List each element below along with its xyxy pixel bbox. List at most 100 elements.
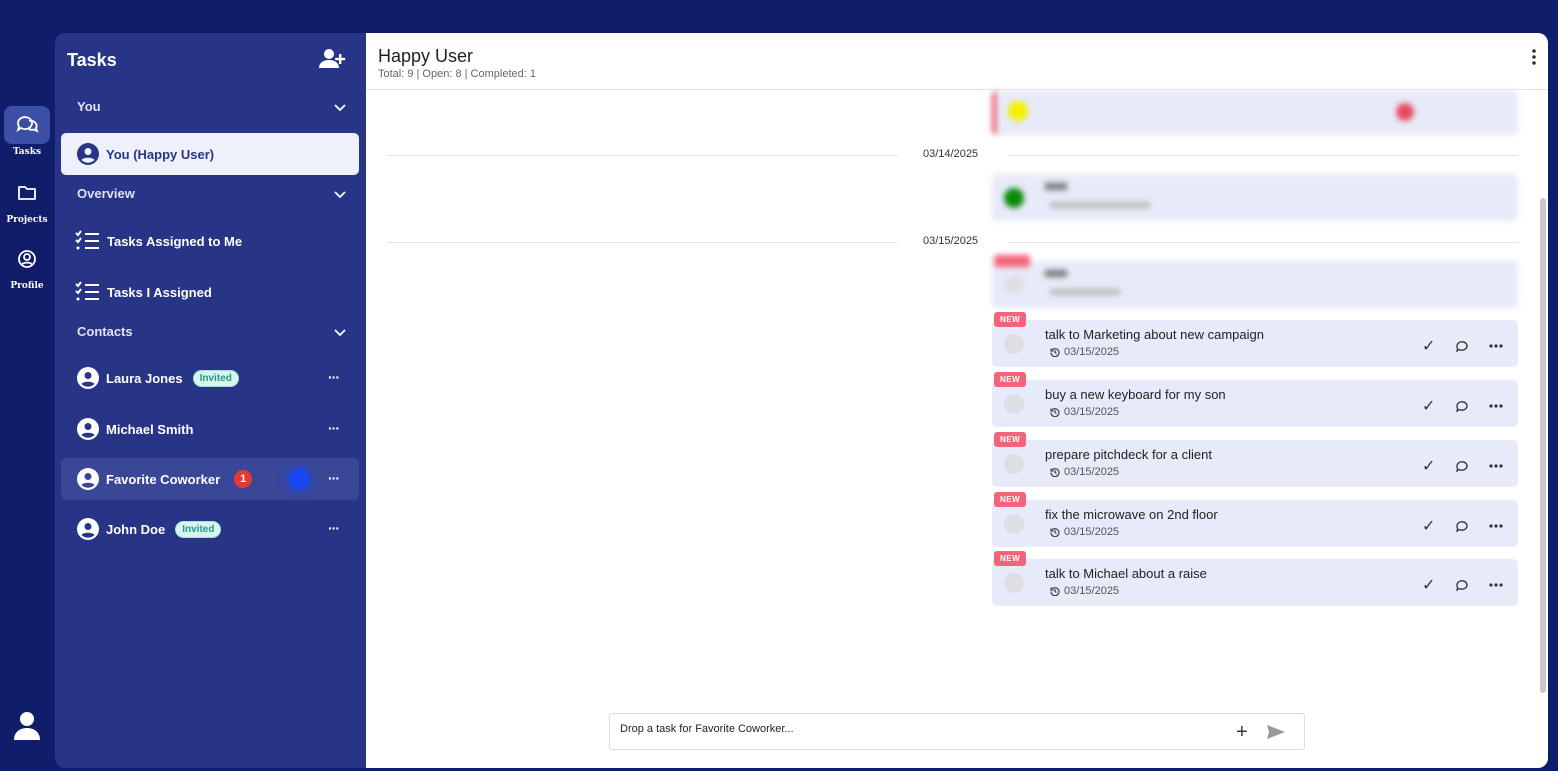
history-icon — [1050, 348, 1060, 357]
comment-icon[interactable] — [1455, 579, 1469, 592]
new-badge: NEW — [994, 372, 1027, 387]
task-card[interactable]: NEW talk to Michael about a raise 03/15/… — [992, 551, 1518, 606]
section-contacts-header[interactable]: Contacts — [77, 324, 347, 339]
task-composer: + — [609, 713, 1305, 750]
task-card[interactable]: NEW fix the microwave on 2nd floor 03/15… — [992, 492, 1518, 547]
checklist-icon — [75, 230, 99, 250]
task-input[interactable] — [620, 723, 1180, 735]
task-status-circle[interactable] — [1004, 394, 1024, 414]
complete-task-button[interactable]: ✓ — [1422, 575, 1435, 595]
chevron-down-icon — [334, 103, 346, 111]
profile-icon — [4, 240, 50, 278]
complete-task-button[interactable]: ✓ — [1422, 516, 1435, 536]
task-date: 03/15/2025 — [1050, 406, 1119, 418]
add-contact-button[interactable] — [319, 48, 347, 70]
add-attachment-button[interactable]: + — [1236, 721, 1248, 744]
contact-more-button[interactable]: ··· — [328, 420, 340, 436]
contact-item-laura-jones[interactable]: Laura Jones Invited ··· — [61, 357, 359, 399]
folder-icon — [4, 174, 50, 212]
new-badge: NEW — [994, 312, 1027, 327]
new-badge: NEW — [994, 432, 1027, 447]
checklist-icon — [75, 281, 99, 301]
complete-task-button[interactable]: ✓ — [1422, 336, 1435, 356]
task-card[interactable]: NEW talk to Marketing about new campaign… — [992, 312, 1518, 367]
task-feed-panel: Happy User Total: 9 | Open: 8 | Complete… — [366, 33, 1548, 768]
more-horizontal-icon[interactable] — [1489, 464, 1504, 468]
contact-name: Laura Jones — [106, 370, 183, 386]
task-card-blurred — [992, 91, 1518, 135]
chevron-down-icon — [334, 190, 346, 198]
contact-name: Favorite Coworker — [106, 471, 221, 487]
history-icon — [1050, 528, 1060, 537]
comment-icon[interactable] — [1455, 340, 1469, 353]
page-title: Happy User — [378, 46, 474, 66]
contact-item-michael-smith[interactable]: Michael Smith ··· — [61, 408, 359, 450]
add-user-icon — [319, 49, 346, 68]
rail-item-tasks[interactable]: Tasks — [3, 106, 51, 157]
rail-item-projects[interactable]: Projects — [3, 174, 51, 225]
avatar-icon — [77, 518, 99, 540]
task-date: 03/15/2025 — [1050, 466, 1119, 478]
sidebar-item-you[interactable]: You (Happy User) — [61, 133, 359, 175]
task-card[interactable]: NEW buy a new keyboard for my son 03/15/… — [992, 372, 1518, 427]
chevron-down-icon — [334, 328, 346, 336]
contact-more-button[interactable]: ··· — [328, 520, 340, 536]
comment-icon[interactable] — [1455, 400, 1469, 413]
task-card[interactable]: NEW prepare pitchdeck for a client 03/15… — [992, 432, 1518, 487]
app-rail: Tasks Projects Profile — [0, 0, 55, 771]
history-icon — [1050, 408, 1060, 417]
rail-item-profile[interactable]: Profile — [3, 240, 51, 291]
task-title: fix the microwave on 2nd floor — [1045, 507, 1218, 522]
complete-task-button[interactable]: ✓ — [1422, 396, 1435, 416]
more-horizontal-icon[interactable] — [1489, 344, 1504, 348]
date-label: 03/15/2025 — [923, 235, 979, 247]
avatar-icon — [77, 367, 99, 389]
section-you-header[interactable]: You — [77, 99, 347, 114]
history-icon — [1050, 468, 1060, 477]
more-horizontal-icon[interactable] — [1489, 524, 1504, 528]
feed-scrollbar[interactable] — [1540, 198, 1546, 693]
contact-item-favorite-coworker[interactable]: Favorite Coworker 1 ··· — [61, 458, 359, 500]
avatar-icon — [77, 418, 99, 440]
more-horizontal-icon[interactable] — [1489, 404, 1504, 408]
task-date: 03/15/2025 — [1050, 585, 1119, 597]
new-badge: NEW — [994, 492, 1027, 507]
new-badge: NEW — [994, 551, 1027, 566]
sidebar-title: Tasks — [67, 50, 117, 70]
task-status-circle[interactable] — [1004, 454, 1024, 474]
invited-badge: Invited — [192, 369, 239, 387]
more-vertical-icon[interactable] — [1531, 48, 1537, 66]
online-status-indicator — [289, 469, 309, 489]
section-overview-header[interactable]: Overview — [77, 186, 347, 201]
conversation-header: Happy User Total: 9 | Open: 8 | Complete… — [366, 33, 1548, 90]
rail-label-profile: Profile — [10, 281, 44, 291]
more-horizontal-icon[interactable] — [1489, 583, 1504, 587]
contact-more-button[interactable]: ··· — [328, 369, 340, 385]
task-date: 03/15/2025 — [1050, 346, 1119, 358]
date-label: 03/14/2025 — [923, 148, 979, 160]
task-status-circle[interactable] — [1004, 334, 1024, 354]
section-overview-label: Overview — [77, 186, 135, 201]
comment-icon[interactable] — [1455, 520, 1469, 533]
chat-icon — [4, 106, 50, 144]
section-contacts-label: Contacts — [77, 324, 133, 339]
sidebar-item-tasks-assigned-to-me[interactable]: Tasks Assigned to Me — [75, 226, 242, 256]
contact-name: John Doe — [106, 521, 166, 537]
rail-label-projects: Projects — [6, 215, 48, 225]
sidebar-item-label: Tasks I Assigned — [107, 284, 212, 300]
sidebar-item-label: Tasks Assigned to Me — [107, 233, 243, 249]
task-card-blurred — [992, 174, 1518, 221]
task-status-circle[interactable] — [1004, 573, 1024, 593]
sidebar-item-tasks-i-assigned[interactable]: Tasks I Assigned — [75, 277, 212, 307]
comment-icon[interactable] — [1455, 460, 1469, 473]
contact-more-button[interactable]: ··· — [328, 470, 340, 486]
sidebar-item-you-label: You (Happy User) — [106, 146, 215, 162]
user-account-icon[interactable] — [12, 710, 42, 742]
send-icon[interactable] — [1266, 724, 1286, 740]
avatar-icon — [77, 143, 99, 165]
contact-item-john-doe[interactable]: John Doe Invited ··· — [61, 508, 359, 550]
date-separator: 03/14/2025 — [388, 147, 1518, 163]
task-title: buy a new keyboard for my son — [1045, 387, 1226, 402]
task-status-circle[interactable] — [1004, 514, 1024, 534]
complete-task-button[interactable]: ✓ — [1422, 456, 1435, 476]
